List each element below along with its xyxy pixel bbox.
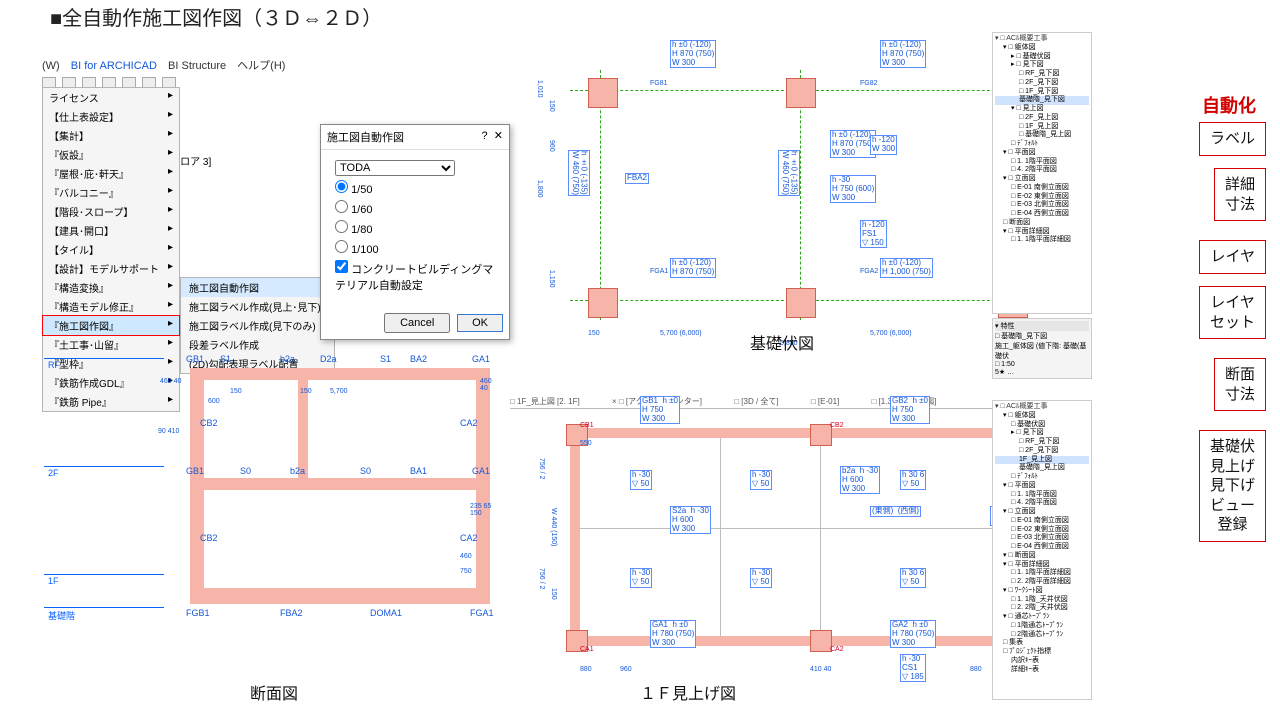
cancel-button[interactable]: Cancel [384,313,450,333]
scale-radio-60[interactable]: 1/60 [335,204,372,216]
menu-item[interactable]: 『構造変換』▸ [43,278,179,297]
tab[interactable]: □ [3D / 全て] [734,397,778,406]
callout-views: 基礎伏 見上げ 見下げ ビュー 登録 [1199,430,1266,542]
menu-item[interactable]: 【仕上表設定】▸ [43,107,179,126]
concrete-checkbox[interactable]: コンクリートビルディングマテリアル自動設定 [335,264,493,292]
tab[interactable]: □ [E-01] [811,397,839,406]
callout-detail-dim: 詳細 寸法 [1214,168,1266,221]
help-icon[interactable]: ? [482,130,488,142]
scale-radio-80[interactable]: 1/80 [335,224,372,236]
story-2f: 2F [44,466,164,479]
mid-label: h ±0 (-135) W 460 (750) [778,150,800,196]
submenu-item[interactable]: 段差ラベル作成 [181,335,334,354]
dim-label: h ±0 (-120) H 870 (750) W 300 [670,40,716,68]
scale-radio-50[interactable]: 1/50 [335,184,372,196]
page-title: ■全自動作施工図作図（３Ｄ⇔２Ｄ） [50,2,382,31]
fga-label: FGA2 [860,268,878,275]
fg-label: FG81 [650,80,668,87]
submenu-item[interactable]: 施工図ラベル作成(見下のみ) [181,316,334,335]
tree-selected: 1F_見上図 [995,456,1089,465]
ok-button[interactable]: OK [457,314,503,332]
menu-item[interactable]: 【階段･スロープ】▸ [43,202,179,221]
menu-item[interactable]: 『構造モデル修正』▸ [43,297,179,316]
col-label: CA2 [830,646,844,653]
menu-item[interactable]: 【設計】モデルサポート▸ [43,259,179,278]
col-label: h -120 W 300 [870,135,897,155]
callout-section-dim: 断面 寸法 [1214,358,1266,411]
foundation-caption: 基礎伏図 [750,330,814,354]
scale-radio-100[interactable]: 1/100 [335,244,379,256]
story-bar: RF 2F 1F 基礎階 [44,358,164,623]
fg-label: FG82 [860,80,878,87]
fs1-label: h -120 FS1 ▽ 150 [860,220,887,248]
floor-caption: １Ｆ見上げ図 [640,680,736,704]
archicad-ui: (W) BI for ARCHICAD BI Structure ヘルプ(H) … [42,55,502,93]
beam-label: GB1 h ±0 H 750 W 300 [640,396,680,424]
menu-item[interactable]: ライセンス▸ [43,88,179,107]
navigator-tree-top[interactable]: ▾ □ ACﾙ概要工事 ▾ □ 躯体図 ▸ □ 基礎伏図 ▸ □ 見下図 □ R… [992,32,1092,314]
auto-draw-dialog: 施工図自動作図 ? ✕ TODA 1/50 1/60 1/80 1/100 コン… [320,124,510,340]
menu-item[interactable]: 『バルコニー』▸ [43,183,179,202]
callout-layerset: レイヤ セット [1199,286,1266,339]
tab[interactable]: □ 1F_見上図 [2. 1F] [510,397,580,406]
tree-selected: 基礎階_見下図 [995,96,1089,105]
menu-bi-archicad[interactable]: BI for ARCHICAD [71,60,157,72]
menu-item[interactable]: 『屋根･庇･軒天』▸ [43,164,179,183]
story-1f: 1F [44,574,164,587]
menu-item[interactable]: 『土工事･山留』▸ [43,335,179,354]
story-fnd: 基礎階 [44,607,164,623]
beam-label: GB2 h ±0 H 750 W 300 [890,396,930,424]
submenu-auto-draw[interactable]: 施工図自動作図 [181,278,334,297]
floor-plan-1f: B A CB1 CB2 CA1 CA2 GB1 h ±0 H 750 W 300… [530,408,1070,678]
menu-item[interactable]: 【建具･開口】▸ [43,221,179,240]
col-label: CA1 [580,646,594,653]
company-select[interactable]: TODA [335,160,455,176]
menu-help[interactable]: ヘルプ(H) [237,60,285,72]
callout-heading: 自動化 [1202,92,1256,118]
callout-label: ラベル [1199,122,1266,156]
menu-item-construction-drawing[interactable]: 『施工図作図』▸ [43,316,179,335]
bot-label: h ±0 (-120) H 870 (750) [670,258,716,278]
fba-label: FBA2 [625,173,649,184]
section-caption: 断面図 [250,680,298,704]
submenu-item[interactable]: 施工図ラベル作成(見上･見下) [181,297,334,316]
fga-label: FGA1 [650,268,668,275]
menu-item[interactable]: 『仮設』▸ [43,145,179,164]
menu-item[interactable]: 【集計】▸ [43,126,179,145]
menu-w[interactable]: (W) [42,60,60,72]
navigator-tree-bottom[interactable]: ▾ □ ACﾙ概要工事 ▾ □ 躯体図 □ 基礎伏図 ▸ □ 見下図 □ RF_… [992,400,1092,700]
story-rf: RF [44,358,164,371]
col-label: CB1 [580,422,594,429]
mid-label: h ±0 (-135) W 460 (750) [568,150,590,196]
dim-label: h ±0 (-120) H 870 (750) W 300 [880,40,926,68]
menubar: (W) BI for ARCHICAD BI Structure ヘルプ(H) [42,55,502,75]
foundation-plan: B A h ±0 (-120) H 870 (750) W 300 h ±0 (… [530,40,1070,350]
col-label: CB2 [830,422,844,429]
callout-layer: レイヤ [1199,240,1266,274]
properties-panel: ▾ 特性 □ 基礎階_見下図施工_躯体図 (値下階: 基礎(基礎伏 □ 1:50… [992,318,1092,379]
bot-label: h ±0 (-120) H 1,000 (750) [880,258,933,278]
col-label: h -30 H 750 (600) W 300 [830,175,876,203]
menu-bi-structure[interactable]: BI Structure [168,60,226,72]
menu-item[interactable]: 【タイル】▸ [43,240,179,259]
dialog-title: 施工図自動作図 [327,129,404,145]
section-drawing: GB1 S1 b2a D2a S1 BA2 GA1 CB2 CA2 GB1 S0… [180,358,500,658]
close-icon[interactable]: ✕ [494,130,503,142]
